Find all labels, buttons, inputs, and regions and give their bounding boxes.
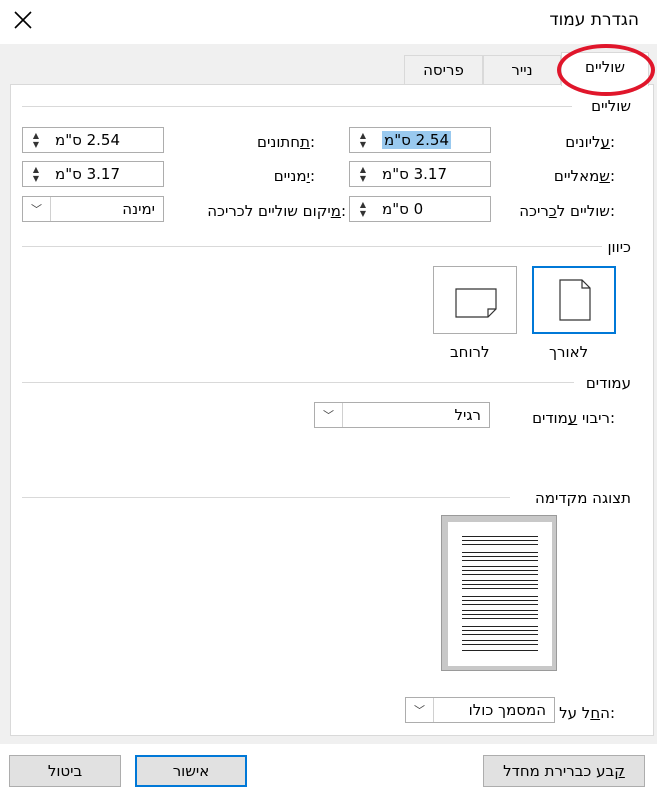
apply-to-combo[interactable]: ﹀ המסמך כולו <box>405 697 555 723</box>
landscape-page-icon <box>455 288 497 318</box>
preview-divider <box>22 497 510 498</box>
spin-down-icon[interactable]: ▼ <box>33 174 39 183</box>
pages-section-title: עמודים <box>585 374 631 392</box>
gutter-position-value: ימינה <box>122 200 155 218</box>
orientation-divider <box>22 246 602 247</box>
multiple-pages-label: ריבוי עמודים: <box>532 409 615 427</box>
spin-up-icon[interactable]: ▲ <box>33 165 39 174</box>
set-default-button[interactable]: קבע כברירת מחדל <box>483 755 645 787</box>
spin-down-icon[interactable]: ▼ <box>360 209 366 218</box>
spin-down-icon[interactable]: ▼ <box>360 140 366 149</box>
spin-down-icon[interactable]: ▼ <box>360 174 366 183</box>
bottom-margin-label: תחתונים: <box>257 133 315 151</box>
spin-up-icon[interactable]: ▲ <box>33 131 39 140</box>
gutter-value[interactable]: 0 ס"מ <box>376 200 490 218</box>
gutter-position-label: מיקום שוליים לכריכה: <box>207 202 346 220</box>
chevron-down-icon[interactable]: ﹀ <box>406 698 434 722</box>
spin-down-icon[interactable]: ▼ <box>33 140 39 149</box>
multiple-pages-value: רגיל <box>454 406 481 424</box>
spin-buttons[interactable]: ▲ ▼ <box>23 128 49 152</box>
right-margin-label: ימניים: <box>273 167 315 185</box>
portrait-button[interactable] <box>532 266 616 334</box>
top-margin-label: עליונים: <box>565 133 615 151</box>
cancel-button[interactable]: ביטול <box>9 755 121 787</box>
window-title: הגדרת עמוד <box>549 10 639 30</box>
preview-thumbnail <box>441 515 557 671</box>
chevron-down-icon[interactable]: ﹀ <box>23 197 51 221</box>
preview-page <box>448 522 552 666</box>
spin-up-icon[interactable]: ▲ <box>360 165 366 174</box>
close-icon[interactable] <box>12 9 34 31</box>
gutter-spinner[interactable]: ▲ ▼ 0 ס"מ <box>349 196 491 222</box>
orientation-section-title: כיוון <box>607 238 631 256</box>
top-margin-spinner[interactable]: ▲ ▼ 2.54 ס"מ <box>349 127 491 153</box>
spin-up-icon[interactable]: ▲ <box>360 131 366 140</box>
spin-buttons[interactable]: ▲ ▼ <box>23 162 49 186</box>
multiple-pages-combo[interactable]: ﹀ רגיל <box>314 402 490 428</box>
landscape-label: לרוחב <box>450 343 490 361</box>
left-margin-spinner[interactable]: ▲ ▼ 3.17 ס"מ <box>349 161 491 187</box>
right-margin-value[interactable]: 3.17 ס"מ <box>49 165 163 183</box>
spin-buttons[interactable]: ▲ ▼ <box>350 197 376 221</box>
pages-divider <box>22 382 574 383</box>
bottom-margin-value[interactable]: 2.54 ס"מ <box>49 131 163 149</box>
portrait-label: לאורך <box>549 343 589 361</box>
chevron-down-icon[interactable]: ﹀ <box>315 403 343 427</box>
preview-section-title: תצוגה מקדימה <box>535 489 631 507</box>
tab-paper[interactable]: נייר <box>483 55 561 85</box>
bottom-margin-spinner[interactable]: ▲ ▼ 2.54 ס"מ <box>22 127 164 153</box>
apply-to-value: המסמך כולו <box>468 701 546 719</box>
ok-button[interactable]: אישור <box>135 755 247 787</box>
annotation-ring <box>557 44 655 96</box>
gutter-label: שוליים לכריכה: <box>519 202 615 220</box>
left-margin-label: שמאליים: <box>553 167 615 185</box>
landscape-button[interactable] <box>433 266 517 334</box>
right-margin-spinner[interactable]: ▲ ▼ 3.17 ס"מ <box>22 161 164 187</box>
margins-divider <box>22 106 572 107</box>
top-margin-value[interactable]: 2.54 ס"מ <box>376 131 490 149</box>
spin-buttons[interactable]: ▲ ▼ <box>350 162 376 186</box>
gutter-position-combo[interactable]: ﹀ ימינה <box>22 196 164 222</box>
left-margin-value[interactable]: 3.17 ס"מ <box>376 165 490 183</box>
margins-section-title: שוליים <box>591 97 631 115</box>
apply-to-label: החל על: <box>559 704 615 722</box>
portrait-page-icon <box>559 279 591 321</box>
spin-buttons[interactable]: ▲ ▼ <box>350 128 376 152</box>
spin-up-icon[interactable]: ▲ <box>360 200 366 209</box>
tab-layout[interactable]: פריסה <box>404 55 483 85</box>
